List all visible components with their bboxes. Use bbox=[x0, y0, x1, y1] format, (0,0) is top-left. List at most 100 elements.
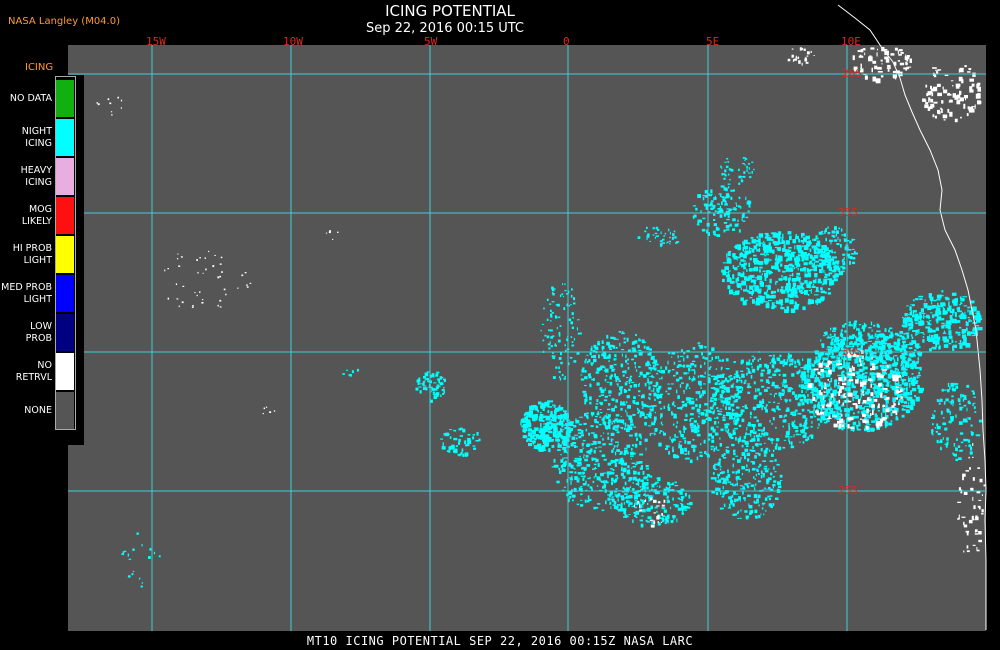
icing-pixel bbox=[719, 395, 723, 399]
icing-pixel bbox=[905, 387, 908, 392]
icing-pixel bbox=[816, 396, 819, 400]
icing-pixel bbox=[738, 397, 741, 399]
icing-pixel bbox=[752, 406, 757, 410]
icing-pixel bbox=[650, 357, 654, 360]
icing-pixel bbox=[628, 480, 631, 482]
icing-pixel bbox=[958, 457, 962, 460]
icing-pixel bbox=[666, 514, 669, 517]
no-retrieval-pixel bbox=[930, 98, 934, 103]
icing-pixel bbox=[730, 384, 734, 388]
no-retrieval-pixel bbox=[175, 283, 178, 285]
icing-pixel bbox=[688, 494, 691, 499]
icing-pixel bbox=[783, 439, 787, 441]
icing-pixel bbox=[622, 468, 627, 473]
icing-pixel bbox=[580, 462, 582, 466]
icing-pixel bbox=[564, 344, 566, 347]
icing-pixel bbox=[561, 415, 567, 418]
icing-pixel bbox=[760, 448, 763, 452]
icing-pixel bbox=[778, 373, 781, 376]
icing-pixel bbox=[823, 332, 827, 334]
icing-pixel bbox=[653, 234, 655, 236]
icing-pixel bbox=[872, 383, 877, 385]
icing-pixel bbox=[842, 324, 845, 328]
no-retrieval-pixel bbox=[871, 356, 873, 360]
icing-pixel bbox=[597, 441, 601, 444]
icing-pixel bbox=[760, 374, 763, 377]
icing-pixel bbox=[578, 423, 583, 426]
icing-pixel bbox=[131, 573, 134, 576]
icing-pixel bbox=[687, 450, 690, 455]
icing-pixel bbox=[621, 331, 624, 334]
no-retrieval-pixel bbox=[860, 382, 864, 387]
icing-pixel bbox=[819, 262, 821, 267]
icing-pixel bbox=[746, 386, 749, 388]
icing-pixel bbox=[962, 314, 967, 320]
icing-pixel bbox=[793, 434, 795, 438]
icing-pixel bbox=[755, 483, 757, 486]
icing-pixel bbox=[749, 411, 752, 416]
icing-pixel bbox=[895, 372, 900, 374]
icing-pixel bbox=[743, 239, 748, 244]
no-retrieval-pixel bbox=[891, 405, 895, 408]
icing-pixel bbox=[889, 364, 892, 369]
icing-pixel bbox=[905, 363, 909, 366]
icing-pixel bbox=[558, 467, 561, 471]
icing-pixel bbox=[599, 450, 602, 453]
no-retrieval-pixel bbox=[858, 55, 864, 58]
icing-pixel bbox=[902, 405, 907, 408]
icing-pixel bbox=[637, 344, 640, 349]
icing-pixel bbox=[958, 421, 963, 425]
icing-pixel bbox=[724, 425, 729, 429]
icing-pixel bbox=[648, 412, 652, 416]
icing-pixel bbox=[957, 397, 960, 402]
icing-pixel bbox=[573, 338, 576, 341]
icing-pixel bbox=[558, 371, 561, 373]
icing-pixel bbox=[944, 389, 947, 391]
icing-pixel bbox=[646, 346, 650, 350]
icing-pixel bbox=[844, 330, 847, 333]
no-retrieval-pixel bbox=[898, 49, 903, 52]
icing-pixel bbox=[694, 370, 696, 375]
icing-pixel bbox=[756, 249, 760, 252]
icing-pixel bbox=[747, 200, 751, 204]
icing-pixel bbox=[583, 422, 587, 425]
icing-pixel bbox=[625, 401, 628, 404]
icing-pixel bbox=[744, 510, 748, 513]
no-retrieval-pixel bbox=[962, 476, 964, 481]
icing-pixel bbox=[639, 352, 643, 356]
icing-pixel bbox=[815, 237, 819, 240]
icing-pixel bbox=[820, 377, 823, 379]
icing-pixel bbox=[779, 260, 781, 264]
icing-pixel bbox=[623, 337, 626, 340]
icing-pixel bbox=[725, 406, 727, 409]
icing-pixel bbox=[539, 427, 543, 433]
no-retrieval-pixel bbox=[942, 86, 944, 90]
icing-pixel bbox=[624, 514, 628, 518]
icing-pixel bbox=[907, 323, 910, 327]
icing-pixel bbox=[932, 346, 937, 350]
icing-pixel bbox=[136, 532, 139, 535]
no-retrieval-pixel bbox=[925, 102, 929, 105]
icing-pixel bbox=[797, 412, 802, 415]
icing-pixel bbox=[437, 378, 440, 381]
icing-pixel bbox=[730, 169, 734, 172]
icing-pixel bbox=[633, 384, 637, 386]
no-retrieval-pixel bbox=[868, 56, 873, 62]
no-retrieval-pixel bbox=[848, 393, 851, 396]
icing-pixel bbox=[716, 426, 719, 428]
no-retrieval-pixel bbox=[955, 83, 961, 87]
no-retrieval-pixel bbox=[196, 294, 198, 297]
no-retrieval-pixel bbox=[969, 86, 973, 91]
icing-pixel bbox=[572, 302, 576, 305]
icing-pixel bbox=[863, 322, 865, 327]
icing-pixel bbox=[740, 509, 742, 512]
icing-pixel bbox=[747, 482, 751, 484]
icing-pixel bbox=[558, 430, 562, 436]
icing-pixel bbox=[935, 340, 940, 345]
icing-pixel bbox=[751, 424, 756, 427]
icing-pixel bbox=[956, 320, 961, 323]
no-retrieval-pixel bbox=[872, 60, 877, 64]
no-retrieval-pixel bbox=[884, 398, 888, 400]
icing-pixel bbox=[964, 419, 968, 423]
icing-pixel bbox=[795, 430, 798, 433]
